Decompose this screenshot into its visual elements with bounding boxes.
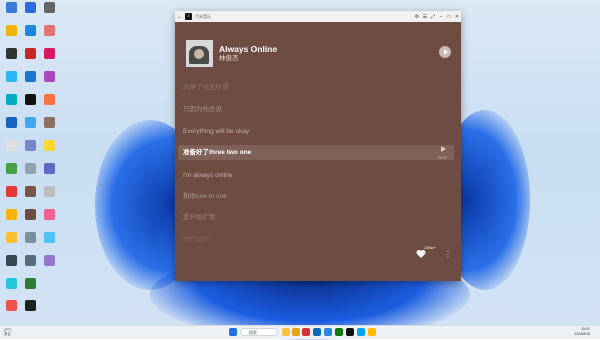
desktop-icon[interactable] [2,71,20,91]
taskbar-app-icon[interactable] [313,328,321,336]
desktop-icon[interactable] [2,2,20,22]
desktop-icon[interactable] [40,2,58,22]
taskbar-app-icon[interactable] [357,328,365,336]
start-button[interactable] [229,328,237,336]
taskbar-app-icon[interactable] [302,328,310,336]
desktop-icon[interactable] [40,25,58,45]
desktop-icon[interactable] [21,48,39,68]
taskbar-music-app-icon[interactable] [346,328,354,336]
desktop-icon[interactable] [2,255,20,275]
taskbar-app-icon[interactable] [335,328,343,336]
lyric-line[interactable]: 风停了也无所谓 [183,83,229,93]
desktop-icon[interactable] [2,209,20,229]
system-clock[interactable]: 15:51 2024/8/15 [546,327,590,336]
title-bar: ← ♪ 汽水音乐 ⚙ ☰ ⤢ – □ ✕ [175,11,461,22]
favorite-count: 100w+ [424,245,436,250]
desktop-icons [0,0,62,325]
desktop-icon[interactable] [2,140,20,160]
close-button[interactable]: ✕ [453,14,461,20]
lyric-line[interactable]: 他们说你 [183,235,209,245]
desktop-icon[interactable] [40,71,58,91]
clock-date: 2024/8/15 [574,331,590,336]
desktop-icon[interactable] [21,94,39,114]
lyric-line-current[interactable]: 准备好了three two one 00:47 [178,145,454,160]
desktop-icon[interactable] [21,278,39,298]
desktop-icon[interactable] [21,255,39,275]
desktop-icon[interactable] [21,209,39,229]
back-button[interactable]: ← [175,14,185,20]
weather-condition: 多云 [4,332,11,336]
search-box[interactable]: 搜索 [240,328,278,336]
window-title: 汽水音乐 [195,13,211,19]
desktop-icon[interactable] [21,71,39,91]
desktop-icon[interactable] [2,48,20,68]
desktop-icon[interactable] [40,232,58,252]
desktop-icon[interactable] [2,163,20,183]
desktop-icon[interactable] [40,209,58,229]
desktop-icon[interactable] [2,94,20,114]
desktop-icon[interactable] [40,140,58,160]
current-lyric-text: 准备好了three two one [183,148,252,156]
desktop-icon[interactable] [21,186,39,206]
play-icon[interactable] [439,46,451,58]
desktop-icon[interactable] [40,255,58,275]
lyric-line[interactable]: I'm always online [183,171,232,181]
desktop-icon[interactable] [21,300,39,320]
lyric-line[interactable]: Everything will be okay [183,127,249,137]
music-player-window: ← ♪ 汽水音乐 ⚙ ☰ ⤢ – □ ✕ Always Online 林俊杰 风… [175,11,461,281]
album-cover[interactable] [186,40,213,67]
lyric-line[interactable]: 只因为你总说 [183,105,222,115]
desktop-icon[interactable] [40,163,58,183]
weather-widget[interactable]: 27°C 多云 [4,328,12,336]
desktop-icon[interactable] [2,278,20,298]
search-label: 搜索 [249,330,257,335]
desktop-icon[interactable] [40,48,58,68]
desktop-icon[interactable] [21,232,39,252]
song-header: Always Online 林俊杰 [186,40,277,67]
desktop-icon[interactable] [21,25,39,45]
heart-icon[interactable] [416,249,426,259]
desktop-icon[interactable] [2,232,20,252]
play-from-line-icon[interactable] [440,146,446,152]
desktop-icon[interactable] [2,25,20,45]
desktop-icon[interactable] [40,117,58,137]
artist-name[interactable]: 林俊杰 [219,54,277,63]
lyric-line[interactable]: 爱开始扩散 [183,213,216,223]
desktop-icon[interactable] [40,94,58,114]
taskbar-app-icon[interactable] [292,328,300,336]
desktop-icon[interactable] [21,2,39,22]
more-options-icon[interactable]: · · · [445,248,451,262]
app-logo-icon: ♪ [185,13,192,20]
taskbar-app-icon[interactable] [368,328,376,336]
desktop-icon[interactable] [21,140,39,160]
desktop-icon[interactable] [2,117,20,137]
line-timestamp: 00:47 [438,156,447,160]
desktop-icon[interactable] [40,186,58,206]
minimize-button[interactable]: – [437,14,445,20]
menu-icon[interactable]: ☰ [421,14,429,20]
taskbar-app-icon[interactable] [324,328,332,336]
taskbar-app-icon[interactable] [282,328,290,336]
maximize-button[interactable]: □ [445,14,453,20]
song-title: Always Online [219,44,278,54]
fullscreen-icon[interactable]: ⤢ [429,14,437,20]
desktop-icon[interactable] [2,300,20,320]
settings-icon[interactable]: ⚙ [413,14,421,20]
desktop-icon[interactable] [21,117,39,137]
desktop-icon[interactable] [2,186,20,206]
desktop-icon[interactable] [21,163,39,183]
lyric-line[interactable]: 和你one to one [183,192,227,202]
taskbar: 27°C 多云 搜索 15:51 2024/8/15 [0,325,600,339]
